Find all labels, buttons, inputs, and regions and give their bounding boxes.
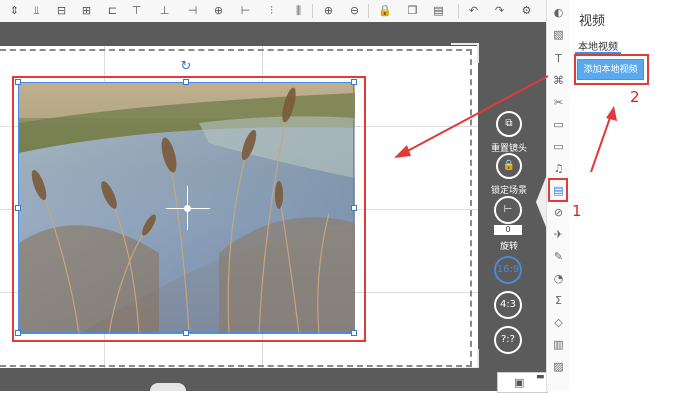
annotation-arrows [394, 75, 617, 173]
step-number-2: 2 [630, 88, 640, 106]
step-number-1: 1 [572, 202, 582, 220]
